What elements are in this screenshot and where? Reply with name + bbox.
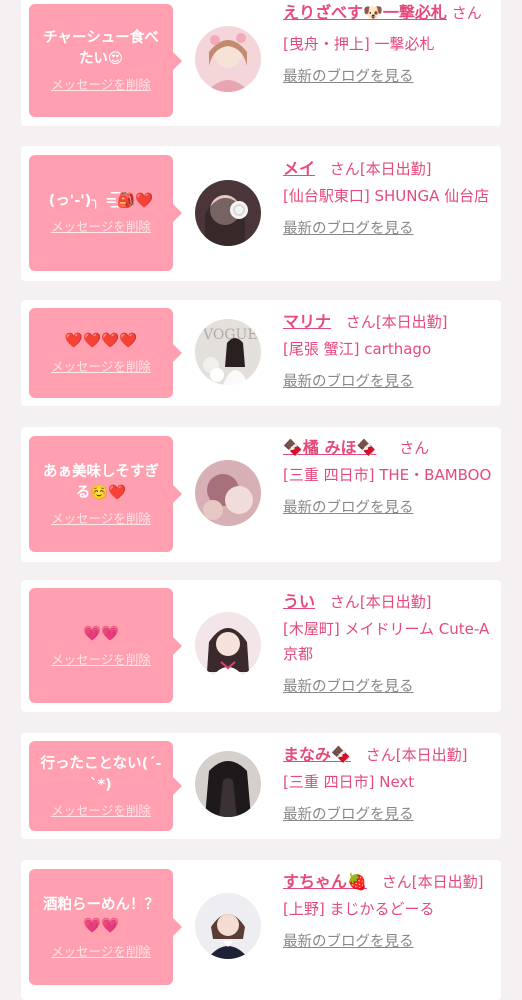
girl-name-link[interactable]: まなみ🍫 [283,745,351,764]
delete-message-link[interactable]: メッセージを削除 [51,74,151,93]
message-bubble: チャーシュー食べたい😍 メッセージを削除 [29,4,182,117]
shop-name: [三重 四日市] Next [283,773,415,791]
message-text: ❤️❤️❤️❤️ [64,333,138,349]
shop-name: [尾張 蟹江] carthago [283,340,432,358]
san-suffix: さん [329,160,360,178]
message-bubble: 酒粕らーめん！？💗💗 メッセージを削除 [29,869,182,985]
avatar-photo [195,26,261,92]
girl-info: すちゃん🍓 さん[本日出勤] [上野] まじかるどーる 最新のブログを見る [283,869,497,955]
message-bubble: (っ'-')╮ =͟͟͞͞🎒❤️ メッセージを削除 [29,155,182,271]
san-suffix: さん [399,439,430,457]
delete-message-link[interactable]: メッセージを削除 [51,216,151,235]
san-suffix: さん [381,873,412,891]
message-text: 💗💗 [82,625,120,642]
delete-message-link[interactable]: メッセージを削除 [51,356,151,375]
message-text: あぁ美味しそすぎる☺️❤️ [43,463,159,501]
shop-name: [上野] まじかるどーる [283,900,435,918]
work-status: [本日出勤] [395,746,468,764]
delete-message-link[interactable]: メッセージを削除 [51,649,151,668]
list-item: あぁ美味しそすぎる☺️❤️ メッセージを削除 🍫橘 みほ🍫 さん [三重 四日市… [21,427,501,562]
message-text: (っ'-')╮ =͟͟͞͞🎒❤️ [48,193,154,209]
work-status: [本日出勤] [411,873,484,891]
list-item: 酒粕らーめん！？💗💗 メッセージを削除 すちゃん🍓 さん[本日出勤] [上野] … [21,860,501,1000]
girl-name-link[interactable]: えりざべす🐶一撃必札 [283,3,447,22]
list-item: 行ったことない(´-`*) メッセージを削除 まなみ🍫 さん[本日出勤] [三重… [21,733,501,839]
latest-blog-link[interactable]: 最新のブログを見る [283,65,497,90]
girl-name-link[interactable]: マリナ [283,312,331,331]
avatar[interactable] [195,893,261,959]
san-suffix: さん [329,593,360,611]
avatar-photo [195,180,261,246]
list-item: ❤️❤️❤️❤️ メッセージを削除 VOGUE マリナ さん[本日出勤] [尾張… [21,300,501,406]
avatar[interactable] [195,612,261,678]
delete-message-link[interactable]: メッセージを削除 [51,941,151,960]
latest-blog-link[interactable]: 最新のブログを見る [283,803,497,828]
latest-blog-link[interactable]: 最新のブログを見る [283,370,497,395]
girl-info: えりざべす🐶一撃必札 さん [曳舟・押上] 一撃必札 最新のブログを見る [283,0,497,90]
avatar-photo [195,460,261,526]
girl-info: まなみ🍫 さん[本日出勤] [三重 四日市] Next 最新のブログを見る [283,742,497,828]
message-bubble: あぁ美味しそすぎる☺️❤️ メッセージを削除 [29,436,182,552]
san-suffix: さん [345,313,376,331]
girl-name-link[interactable]: すちゃん🍓 [283,872,367,891]
avatar[interactable] [195,180,261,246]
girl-name-link[interactable]: うい [283,592,315,611]
shop-name: [木屋町] メイドリーム Cute-A 京都 [283,620,490,663]
girl-name-link[interactable]: 🍫橘 みほ🍫 [283,438,376,457]
avatar[interactable] [195,460,261,526]
list-item: 💗💗 メッセージを削除 うい さん[本日出勤] [木屋町] メイドリーム Cut… [21,580,501,712]
avatar[interactable] [195,26,261,92]
list-item: チャーシュー食べたい😍 メッセージを削除 えりざべす🐶一撃必札 さん [曳舟・押… [21,0,501,126]
work-status: [本日出勤] [359,160,432,178]
delete-message-link[interactable]: メッセージを削除 [51,800,151,819]
avatar[interactable] [195,751,261,817]
avatar[interactable]: VOGUE [195,319,261,385]
shop-name: [三重 四日市] THE・BAMBOO [283,466,492,484]
girl-info: 🍫橘 みほ🍫 さん [三重 四日市] THE・BAMBOO 最新のブログを見る [283,435,497,521]
message-bubble: 💗💗 メッセージを削除 [29,588,182,703]
message-bubble: 行ったことない(´-`*) メッセージを削除 [29,741,182,831]
latest-blog-link[interactable]: 最新のブログを見る [283,496,497,521]
latest-blog-link[interactable]: 最新のブログを見る [283,930,497,955]
san-suffix: さん [451,4,482,22]
san-suffix: さん [365,746,396,764]
latest-blog-link[interactable]: 最新のブログを見る [283,217,497,242]
girl-info: うい さん[本日出勤] [木屋町] メイドリーム Cute-A 京都 最新のブロ… [283,589,497,700]
message-text: チャーシュー食べたい😍 [43,30,159,67]
latest-blog-link[interactable]: 最新のブログを見る [283,675,497,700]
avatar-photo [195,893,261,959]
message-text: 行ったことない(´-`*) [40,755,162,793]
shop-name: [曳舟・押上] 一撃必札 [283,35,435,53]
list-item: (っ'-')╮ =͟͟͞͞🎒❤️ メッセージを削除 メイ さん[本日出勤] [仙… [21,146,501,281]
girl-name-link[interactable]: メイ [283,159,315,178]
girl-info: マリナ さん[本日出勤] [尾張 蟹江] carthago 最新のブログを見る [283,309,497,395]
work-status: [本日出勤] [375,313,448,331]
avatar-photo [195,751,261,817]
avatar-photo [195,612,261,678]
girl-info: メイ さん[本日出勤] [仙台駅東口] SHUNGA 仙台店 最新のブログを見る [283,156,497,242]
avatar-photo: VOGUE [195,319,261,385]
work-status: [本日出勤] [359,593,432,611]
delete-message-link[interactable]: メッセージを削除 [51,508,151,527]
message-text: 酒粕らーめん！？💗💗 [43,896,159,934]
shop-name: [仙台駅東口] SHUNGA 仙台店 [283,187,490,205]
message-bubble: ❤️❤️❤️❤️ メッセージを削除 [29,308,182,398]
